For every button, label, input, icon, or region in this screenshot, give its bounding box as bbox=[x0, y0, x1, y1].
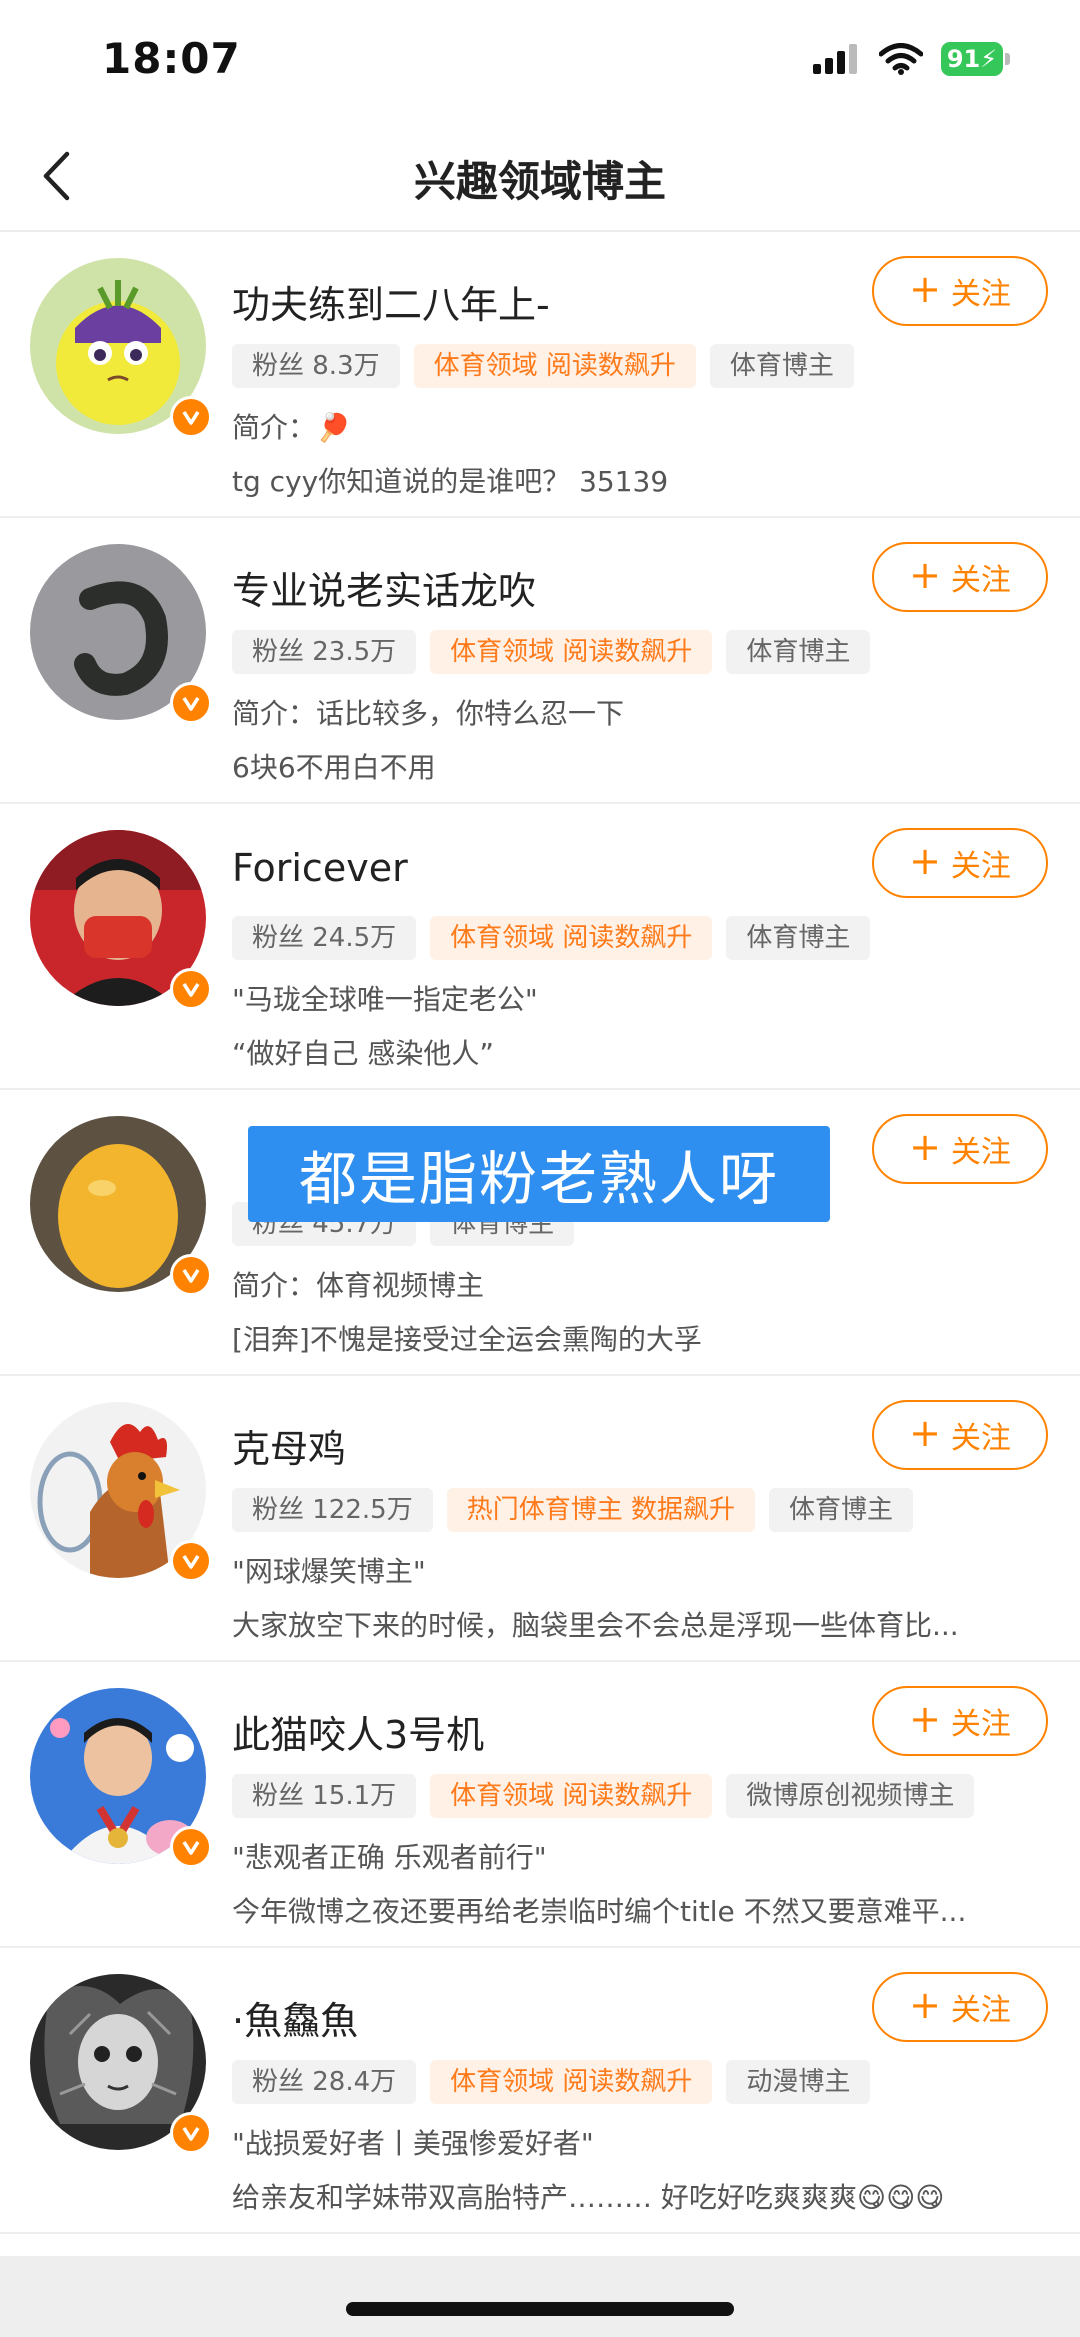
plus-icon: + bbox=[909, 1125, 941, 1169]
verified-badge-icon bbox=[170, 1826, 212, 1868]
fans-count-tag: 粉丝 8.3万 bbox=[232, 344, 400, 388]
battery-icon: 91 ⚡ bbox=[941, 42, 1010, 76]
bio-line-1: "战损爱好者丨美强惨爱好者" bbox=[232, 2127, 594, 2160]
blogger-name[interactable]: 克母鸡 bbox=[232, 1418, 346, 1473]
tag-group: 粉丝 24.5万 体育领域 阅读数飙升 体育博主 bbox=[232, 916, 871, 960]
follow-button[interactable]: + 关注 bbox=[872, 1972, 1048, 2042]
bio-line-2: 6块6不用白不用 bbox=[232, 751, 436, 784]
blogger-list: 功夫练到二八年上- + 关注 粉丝 8.3万 体育领域 阅读数飙升 体育博主 简介… bbox=[0, 232, 1080, 2234]
bio-line-2: 今年微博之夜还要再给老崇临时编个title 不然又要意难平... bbox=[232, 1895, 967, 1928]
follow-button[interactable]: + 关注 bbox=[872, 542, 1048, 612]
signal-icon bbox=[813, 44, 857, 74]
trending-tag: 体育领域 阅读数飙升 bbox=[430, 1774, 713, 1818]
follow-button[interactable]: + 关注 bbox=[872, 828, 1048, 898]
plus-icon: + bbox=[909, 839, 941, 883]
blogger-name[interactable]: 此猫咬人3号机 bbox=[232, 1704, 484, 1759]
trending-tag: 体育领域 阅读数飙升 bbox=[430, 630, 713, 674]
status-bar: 18:07 91 ⚡ bbox=[0, 0, 1080, 120]
overlay-caption: 都是脂粉老熟人呀 bbox=[248, 1126, 830, 1222]
tag-group: 粉丝 122.5万 热门体育博主 数据飙升 体育博主 bbox=[232, 1488, 913, 1532]
tag-group: 粉丝 23.5万 体育领域 阅读数飙升 体育博主 bbox=[232, 630, 871, 674]
tag-group: 粉丝 28.4万 体育领域 阅读数飙升 动漫博主 bbox=[232, 2060, 871, 2104]
nav-bar: 兴趣领域博主 bbox=[0, 120, 1080, 232]
category-tag: 体育博主 bbox=[726, 630, 871, 674]
home-indicator[interactable] bbox=[346, 2302, 734, 2316]
list-item[interactable]: ·魚鱻魚 + 关注 粉丝 28.4万 体育领域 阅读数飙升 动漫博主 "战损爱好者… bbox=[0, 1948, 1080, 2234]
bio-line-1: 简介：体育视频博主 bbox=[232, 1269, 485, 1302]
trending-tag: 体育领域 阅读数飙升 bbox=[430, 916, 713, 960]
fans-count-tag: 粉丝 28.4万 bbox=[232, 2060, 417, 2104]
battery-level: 91 ⚡ bbox=[941, 42, 1003, 76]
blogger-name[interactable]: ·魚鱻魚 bbox=[232, 1990, 358, 2045]
blogger-name[interactable]: 专业说老实话龙吹 bbox=[232, 560, 536, 615]
fans-count-tag: 粉丝 24.5万 bbox=[232, 916, 417, 960]
list-item[interactable]: 此猫咬人3号机 + 关注 粉丝 15.1万 体育领域 阅读数飙升 微博原创视频博主… bbox=[0, 1662, 1080, 1948]
verified-badge-icon bbox=[170, 2112, 212, 2154]
plus-icon: + bbox=[909, 267, 941, 311]
category-tag: 体育博主 bbox=[709, 344, 854, 388]
fans-count-tag: 粉丝 23.5万 bbox=[232, 630, 417, 674]
list-item[interactable]: 功夫练到二八年上- + 关注 粉丝 8.3万 体育领域 阅读数飙升 体育博主 简介… bbox=[0, 232, 1080, 518]
verified-badge-icon bbox=[170, 682, 212, 724]
bio-line-2: 给亲友和学妹带双高胎特产……… 好吃好吃爽爽爽😋😋😋 bbox=[232, 2181, 945, 2214]
trending-tag: 热门体育博主 数据飙升 bbox=[446, 1488, 755, 1532]
status-icons: 91 ⚡ bbox=[813, 42, 1010, 76]
bio-line-1: "马珑全球唯一指定老公" bbox=[232, 983, 538, 1016]
follow-button[interactable]: + 关注 bbox=[872, 1114, 1048, 1184]
plus-icon: + bbox=[909, 1697, 941, 1741]
bio-line-1: 简介：🏓 bbox=[232, 411, 351, 444]
bio-line-2: tg cyy你知道说的是谁吧？ 35139 bbox=[232, 465, 669, 498]
bio-line-1: "悲观者正确 乐观者前行" bbox=[232, 1841, 547, 1874]
fans-count-tag: 粉丝 15.1万 bbox=[232, 1774, 417, 1818]
bio-line-1: 简介：话比较多，你特么忍一下 bbox=[232, 697, 625, 730]
tag-group: 粉丝 15.1万 体育领域 阅读数飙升 微博原创视频博主 bbox=[232, 1774, 975, 1818]
trending-tag: 体育领域 阅读数飙升 bbox=[413, 344, 696, 388]
fans-count-tag: 粉丝 122.5万 bbox=[232, 1488, 433, 1532]
category-tag: 体育博主 bbox=[726, 916, 871, 960]
list-item[interactable]: 专业说老实话龙吹 + 关注 粉丝 23.5万 体育领域 阅读数飙升 体育博主 简介… bbox=[0, 518, 1080, 804]
follow-button[interactable]: + 关注 bbox=[872, 1686, 1048, 1756]
follow-button[interactable]: + 关注 bbox=[872, 256, 1048, 326]
follow-button[interactable]: + 关注 bbox=[872, 1400, 1048, 1470]
bottom-area bbox=[0, 2256, 1080, 2337]
category-tag: 动漫博主 bbox=[726, 2060, 871, 2104]
page-title: 兴趣领域博主 bbox=[413, 157, 666, 206]
trending-tag: 体育领域 阅读数飙升 bbox=[430, 2060, 713, 2104]
blogger-name[interactable]: 功夫练到二八年上- bbox=[232, 274, 550, 329]
wifi-icon bbox=[879, 43, 923, 75]
tag-group: 粉丝 8.3万 体育领域 阅读数飙升 体育博主 bbox=[232, 344, 854, 388]
verified-badge-icon bbox=[170, 1254, 212, 1296]
verified-badge-icon bbox=[170, 968, 212, 1010]
status-time: 18:07 bbox=[102, 34, 241, 83]
bio-line-1: "网球爆笑博主" bbox=[232, 1555, 426, 1588]
plus-icon: + bbox=[909, 553, 941, 597]
verified-badge-icon bbox=[170, 1540, 212, 1582]
plus-icon: + bbox=[909, 1411, 941, 1455]
category-tag: 体育博主 bbox=[768, 1488, 913, 1532]
bio-line-2: 大家放空下来的时候，脑袋里会不会总是浮现一些体育比... bbox=[232, 1609, 959, 1642]
verified-badge-icon bbox=[170, 396, 212, 438]
list-item[interactable]: Foricever + 关注 粉丝 24.5万 体育领域 阅读数飙升 体育博主 "… bbox=[0, 804, 1080, 1090]
category-tag: 微博原创视频博主 bbox=[726, 1774, 975, 1818]
bio-line-2: “做好自己 感染他人” bbox=[232, 1037, 494, 1070]
plus-icon: + bbox=[909, 1983, 941, 2027]
bio-line-2: [泪奔]不愧是接受过全运会熏陶的大孚 bbox=[232, 1323, 702, 1356]
blogger-name[interactable]: Foricever bbox=[232, 846, 408, 890]
list-item[interactable]: 克母鸡 + 关注 粉丝 122.5万 热门体育博主 数据飙升 体育博主 "网球爆笑… bbox=[0, 1376, 1080, 1662]
